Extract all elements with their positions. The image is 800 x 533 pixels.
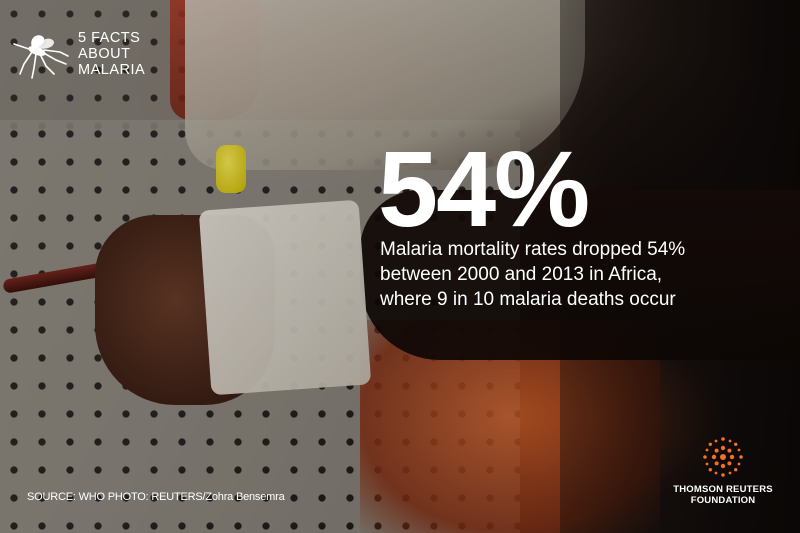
thomson-reuters-logo-icon xyxy=(703,437,743,477)
facts-title-line: ABOUT xyxy=(78,46,131,62)
big-stat-value: 54% xyxy=(378,128,590,249)
stat-description-line: between 2000 and 2013 in Africa, xyxy=(380,264,663,285)
thomson-reuters-foundation-logo: THOMSON REUTERS FOUNDATION xyxy=(668,432,778,506)
stat-description: Malaria mortality rates dropped 54% betw… xyxy=(380,237,790,312)
infographic: 5 FACTS ABOUT MALARIA 54% Malaria mortal… xyxy=(0,0,800,533)
facts-header: 5 FACTS ABOUT MALARIA xyxy=(10,30,145,80)
facts-title-line: 5 FACTS xyxy=(78,30,141,46)
facts-title: 5 FACTS ABOUT MALARIA xyxy=(78,30,145,78)
logo-text-line: THOMSON REUTERS xyxy=(673,484,773,495)
logo-text: THOMSON REUTERS FOUNDATION xyxy=(668,484,778,506)
source-credit: SOURCE: WHO PHOTO: REUTERS/Zohra Bensemr… xyxy=(27,491,285,503)
mosquito-icon xyxy=(13,35,69,79)
stat-description-line: where 9 in 10 malaria deaths occur xyxy=(380,289,676,310)
facts-title-line: MALARIA xyxy=(78,62,146,78)
stat-description-line: Malaria mortality rates dropped 54% xyxy=(380,239,686,260)
logo-text-line: FOUNDATION xyxy=(690,495,756,506)
